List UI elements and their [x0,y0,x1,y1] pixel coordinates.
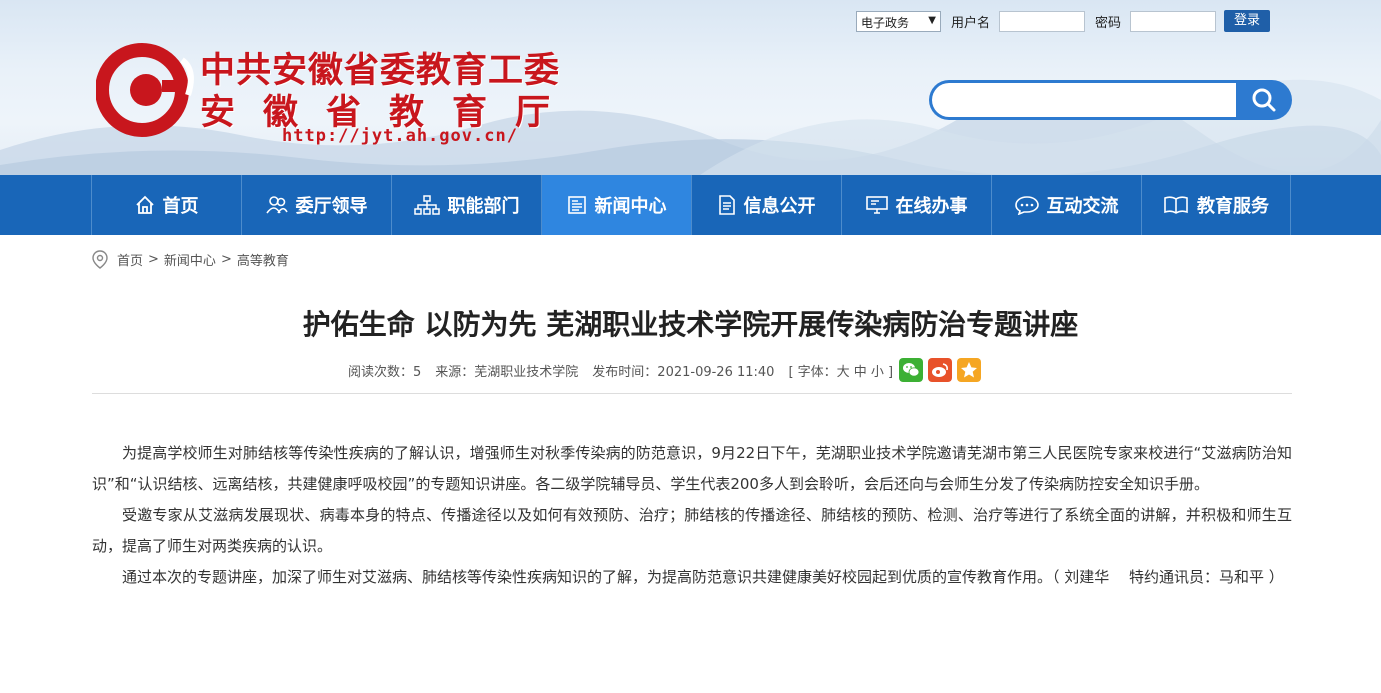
nav-item-info-disclosure[interactable]: 信息公开 [691,175,841,235]
font-size-switcher[interactable]: [ 字体：大 中 小 ] [788,361,893,380]
search-icon [1252,88,1276,112]
publish-time: 发布时间：2021-09-26 11:40 [592,364,775,380]
nav-item-departments[interactable]: 职能部门 [391,175,541,235]
site-header: 电子政务 ▼ 用户名 密码 登录 中共安徽省委教育工委 安徽省教育厅 http:… [0,0,1381,175]
chat-icon [1014,196,1039,215]
nav-item-leaders[interactable]: 委厅领导 [241,175,391,235]
nav-item-label: 职能部门 [447,196,520,217]
favorite-button[interactable] [957,358,982,382]
nav-item-label: 互动交流 [1046,196,1119,217]
nav-item-label: 信息公开 [743,196,816,217]
username-label: 用户名 [951,15,991,31]
article-source: 来源：芜湖职业技术学院 [435,364,579,380]
login-bar: 电子政务 ▼ 用户名 密码 登录 [856,10,1271,32]
document-icon [718,195,735,215]
share-weibo-button[interactable] [928,358,953,382]
share-wechat-button[interactable] [899,358,924,382]
breadcrumb-separator: > [220,252,232,267]
article-paragraph: 通过本次的专题讲座，加深了师生对艾滋病、肺结核等传染性疾病知识的了解，为提高防范… [122,568,1284,586]
nav-item-interaction[interactable]: 互动交流 [991,175,1141,235]
star-icon [961,362,978,378]
home-icon [135,195,154,214]
monitor-icon [865,196,888,214]
login-button[interactable]: 登录 [1224,10,1271,32]
search-input[interactable] [929,80,1242,120]
nav-item-online-services[interactable]: 在线办事 [841,175,991,235]
password-label: 密码 [1095,15,1122,31]
nav-item-label: 新闻中心 [594,196,667,217]
breadcrumb-news-link[interactable]: 新闻中心 [164,250,216,269]
site-logo[interactable]: 中共安徽省委教育工委 安徽省教育厅 http://jyt.ah.gov.cn/ [96,40,596,155]
people-icon [265,196,288,214]
org-chart-icon [413,195,440,215]
book-icon [1164,196,1188,214]
username-input[interactable] [999,10,1086,32]
nav-item-label: 在线办事 [895,196,968,217]
system-select-value: 电子政务 [861,15,910,30]
nav-item-news[interactable]: 新闻中心 [541,175,691,235]
breadcrumb: 首页 > 新闻中心 > 高等教育 [92,250,289,269]
logo-url: http://jyt.ah.gov.cn/ [282,126,518,146]
news-icon [567,196,586,214]
wechat-icon [903,363,920,377]
article-title: 护佑生命 以防为先 芜湖职业技术学院开展传染病防治专题讲座 [302,308,1079,341]
article-meta: 阅读次数：5 来源：芜湖职业技术学院 发布时间：2021-09-26 11:40… [348,358,986,382]
article-paragraph: 为提高学校师生对肺结核等传染性疾病的了解认识，增强师生对秋季传染病的防范意识，9… [92,444,1292,493]
location-pin-icon [92,250,108,269]
nav-item-label: 教育服务 [1197,196,1269,217]
password-input[interactable] [1130,10,1217,32]
nav-item-label: 委厅领导 [295,196,368,217]
read-count: 阅读次数：5 [348,364,422,380]
breadcrumb-higher-ed-link[interactable]: 高等教育 [237,250,289,269]
logo-emblem-icon [96,43,194,137]
article-body: 为提高学校师生对肺结核等传染性疾病的了解认识，增强师生对秋季传染病的防范意识，9… [92,438,1292,593]
nav-item-education-services[interactable]: 教育服务 [1141,175,1291,235]
main-nav: 首页 委厅领导 职能部门 新闻中心 信息公开 在线办事 互动交流 教育服务 [0,175,1381,235]
title-divider [92,393,1292,394]
weibo-icon [932,363,949,377]
breadcrumb-home-link[interactable]: 首页 [117,250,143,269]
search-button[interactable] [1236,80,1292,120]
breadcrumb-separator: > [148,252,159,267]
nav-item-home[interactable]: 首页 [91,175,241,235]
nav-item-label: 首页 [162,196,199,217]
search-box [929,80,1292,120]
chevron-down-icon: ▼ [928,14,936,26]
system-select[interactable]: 电子政务 ▼ [856,10,941,32]
article-paragraph: 受邀专家从艾滋病发展现状、病毒本身的特点、传播途径以及如何有效预防、治疗；肺结核… [92,506,1292,555]
